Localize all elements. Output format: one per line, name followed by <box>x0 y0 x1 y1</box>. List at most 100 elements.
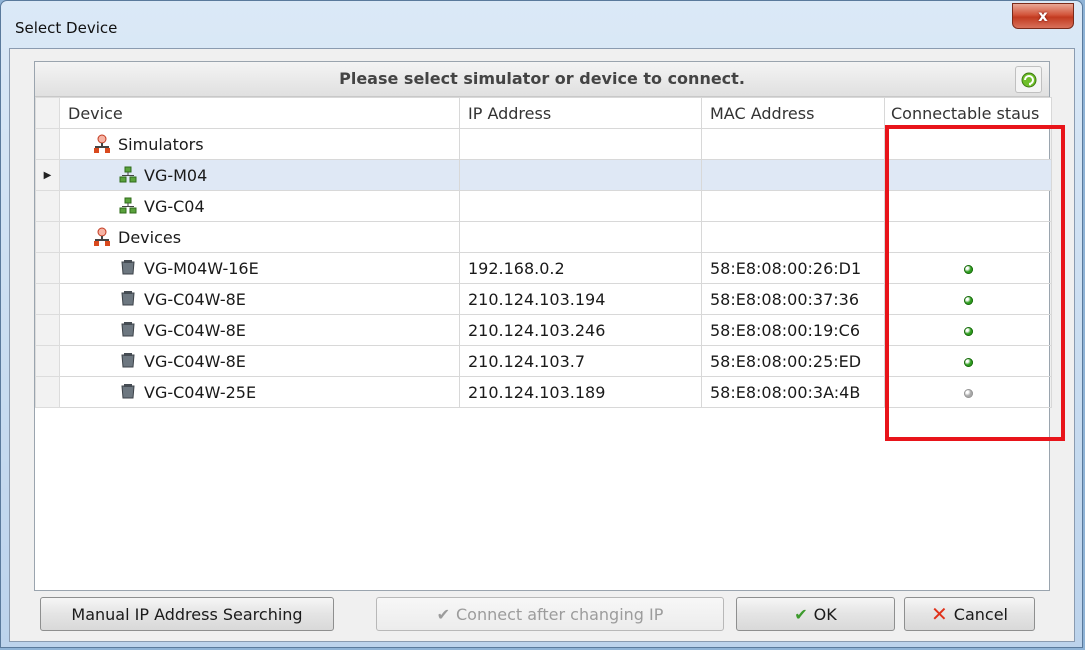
check-icon: ✔ <box>794 604 808 624</box>
select-device-window: Select Device x Please select simulator … <box>0 0 1083 648</box>
row-indicator <box>35 128 60 160</box>
row-indicator: ▶ <box>35 159 60 191</box>
cell-mac <box>701 190 885 222</box>
device-icon <box>118 351 138 371</box>
device-icon <box>118 320 138 340</box>
cell-mac: 58:E8:08:00:25:ED <box>701 345 885 377</box>
cell-status <box>884 128 1052 160</box>
cell-ip: 210.124.103.246 <box>459 314 702 346</box>
cell-mac <box>701 159 885 191</box>
cell-device: VG-M04W-16E <box>59 252 460 284</box>
cell-status <box>884 376 1052 408</box>
device-name: VG-C04W-25E <box>144 382 257 402</box>
cell-status <box>884 159 1052 191</box>
cell-status <box>884 345 1052 377</box>
column-header-status[interactable]: Connectable staus <box>884 97 1052 129</box>
cell-mac <box>701 221 885 253</box>
cell-mac: 58:E8:08:00:3A:4B <box>701 376 885 408</box>
cell-mac <box>701 128 885 160</box>
refresh-button[interactable] <box>1015 66 1042 93</box>
cell-ip: 192.168.0.2 <box>459 252 702 284</box>
status-led-icon <box>963 264 973 274</box>
ok-button[interactable]: ✔ OK <box>736 597 895 631</box>
network-group-icon <box>92 134 112 154</box>
refresh-icon <box>1021 72 1036 87</box>
connect-after-change-ip-label: Connect after changing IP <box>455 604 664 624</box>
cell-ip <box>459 190 702 222</box>
cell-ip <box>459 221 702 253</box>
cell-device: Simulators <box>59 128 460 160</box>
network-node-icon <box>118 165 138 185</box>
table-header-row: Device IP Address MAC Address Connectabl… <box>35 97 1052 129</box>
cell-device: VG-M04 <box>59 159 460 191</box>
cell-ip: 210.124.103.194 <box>459 283 702 315</box>
device-table: Device IP Address MAC Address Connectabl… <box>35 97 1052 408</box>
check-icon: ✔ <box>436 604 450 624</box>
cell-status <box>884 252 1052 284</box>
manual-ip-search-label: Manual IP Address Searching <box>71 604 303 624</box>
cell-device: VG-C04W-8E <box>59 314 460 346</box>
table-row[interactable]: ▶ VG-M04 <box>35 159 1052 191</box>
status-led-icon <box>963 357 973 367</box>
device-name: Simulators <box>118 134 204 154</box>
table-row[interactable]: VG-C04W-25E 210.124.103.189 58:E8:08:00:3A… <box>35 376 1052 408</box>
device-name: VG-C04W-8E <box>144 320 246 340</box>
column-header-mac[interactable]: MAC Address <box>701 97 885 129</box>
table-row[interactable]: VG-C04W-8E 210.124.103.194 58:E8:08:00:37:… <box>35 283 1052 315</box>
status-led-icon <box>963 326 973 336</box>
table-row[interactable]: VG-C04W-8E 210.124.103.7 58:E8:08:00:25:ED <box>35 345 1052 377</box>
device-name: VG-M04 <box>144 165 208 185</box>
cell-mac: 58:E8:08:00:37:36 <box>701 283 885 315</box>
cell-ip: 210.124.103.7 <box>459 345 702 377</box>
table-row[interactable]: Devices <box>35 221 1052 253</box>
row-indicator-header <box>35 97 60 129</box>
cancel-x-icon: ✕ <box>931 602 948 626</box>
column-header-ip[interactable]: IP Address <box>459 97 702 129</box>
network-group-icon <box>92 227 112 247</box>
row-indicator <box>35 221 60 253</box>
cell-mac: 58:E8:08:00:26:D1 <box>701 252 885 284</box>
device-name: VG-C04 <box>144 196 205 216</box>
device-name: Devices <box>118 227 182 247</box>
cell-ip <box>459 159 702 191</box>
row-indicator <box>35 252 60 284</box>
window-title: Select Device <box>15 19 118 37</box>
title-bar[interactable]: Select Device x <box>1 1 1082 45</box>
device-icon <box>118 258 138 278</box>
cell-device: VG-C04W-25E <box>59 376 460 408</box>
cancel-button[interactable]: ✕ Cancel <box>904 597 1035 631</box>
status-led-icon <box>963 295 973 305</box>
cell-status <box>884 314 1052 346</box>
device-grid-panel: Please select simulator or device to con… <box>34 61 1065 591</box>
ok-label: OK <box>813 604 837 624</box>
row-indicator <box>35 314 60 346</box>
cell-status <box>884 221 1052 253</box>
cell-status <box>884 283 1052 315</box>
cell-mac: 58:E8:08:00:19:C6 <box>701 314 885 346</box>
dialog-client-area: Please select simulator or device to con… <box>9 48 1075 642</box>
row-indicator <box>35 345 60 377</box>
row-indicator <box>35 376 60 408</box>
close-button[interactable]: x <box>1012 3 1074 29</box>
table-row[interactable]: VG-C04 <box>35 190 1052 222</box>
device-name: VG-M04W-16E <box>144 258 259 278</box>
connect-after-change-ip-button[interactable]: ✔ Connect after changing IP <box>376 597 724 631</box>
cancel-label: Cancel <box>953 604 1008 624</box>
cell-device: VG-C04W-8E <box>59 345 460 377</box>
column-header-device[interactable]: Device <box>59 97 460 129</box>
manual-ip-search-button[interactable]: Manual IP Address Searching <box>40 597 334 631</box>
cell-device: VG-C04W-8E <box>59 283 460 315</box>
table-row[interactable]: VG-M04W-16E 192.168.0.2 58:E8:08:00:26:D1 <box>35 252 1052 284</box>
cell-device: VG-C04 <box>59 190 460 222</box>
device-icon <box>118 289 138 309</box>
grid-header-message: Please select simulator or device to con… <box>35 62 1049 97</box>
row-indicator <box>35 283 60 315</box>
cell-ip <box>459 128 702 160</box>
table-row[interactable]: Simulators <box>35 128 1052 160</box>
network-node-icon <box>118 196 138 216</box>
cell-device: Devices <box>59 221 460 253</box>
cell-ip: 210.124.103.189 <box>459 376 702 408</box>
row-indicator <box>35 190 60 222</box>
device-name: VG-C04W-8E <box>144 351 246 371</box>
table-row[interactable]: VG-C04W-8E 210.124.103.246 58:E8:08:00:19:… <box>35 314 1052 346</box>
